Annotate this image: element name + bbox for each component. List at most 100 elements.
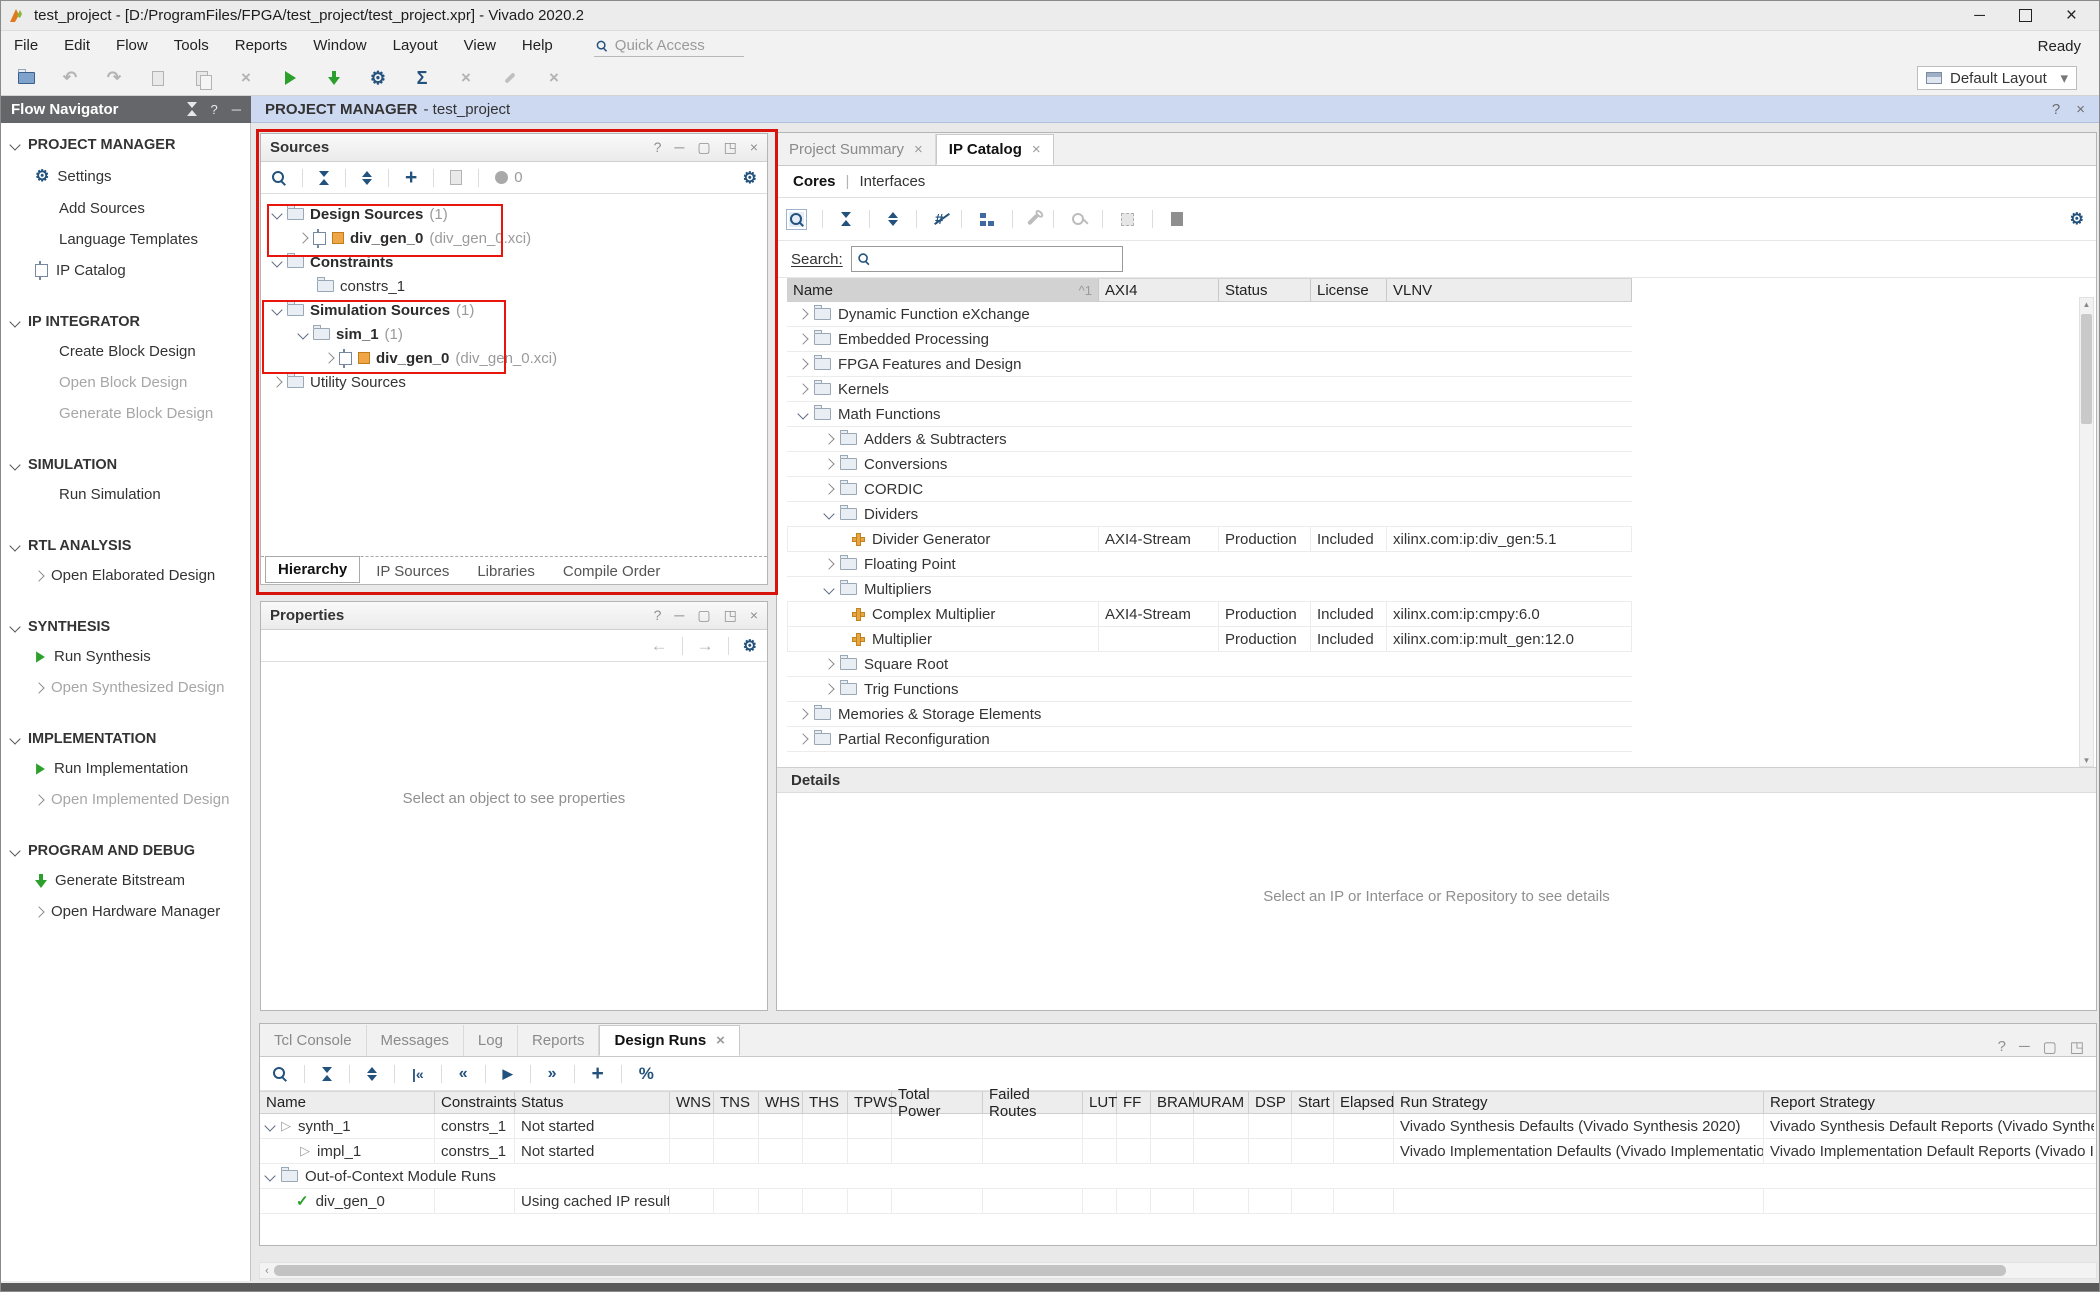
abort-icon[interactable]: × (543, 67, 565, 89)
tab-tcl-console[interactable]: Tcl Console (260, 1025, 367, 1056)
tab-design-runs[interactable]: Design Runs× (599, 1025, 739, 1056)
gear-icon[interactable]: ⚙ (743, 168, 757, 188)
menu-tools[interactable]: Tools (161, 31, 222, 61)
ip-row-trig-functions[interactable]: Trig Functions (787, 677, 1632, 702)
column-run-strategy[interactable]: Run Strategy (1394, 1092, 1764, 1113)
redo-icon[interactable]: ↷ (103, 67, 125, 89)
column-failed-routes[interactable]: Failed Routes (983, 1092, 1083, 1113)
ip-row-multiplier[interactable]: Multiplier Production Included xilinx.co… (787, 627, 1632, 652)
sidebar-item-language-templates[interactable]: Language Templates (1, 224, 250, 255)
minimize-icon[interactable]: ─ (2019, 1038, 2030, 1056)
run-row-synth-1[interactable]: ▷synth_1 constrs_1 Not started Vivado Sy… (260, 1114, 2096, 1139)
column-wns[interactable]: WNS (670, 1092, 714, 1113)
menu-help[interactable]: Help (509, 31, 566, 61)
subtab-cores[interactable]: Cores (793, 173, 836, 190)
section-header[interactable]: SIMULATION (1, 451, 250, 479)
close-icon[interactable]: × (750, 139, 758, 156)
wrench-icon[interactable] (1027, 213, 1039, 225)
column-vlnv[interactable]: VLNV (1387, 279, 1632, 301)
run-icon[interactable] (279, 67, 301, 89)
cancel-run-icon[interactable]: × (455, 67, 477, 89)
search-icon[interactable] (271, 170, 286, 185)
column-tns[interactable]: TNS (714, 1092, 759, 1113)
gear-icon[interactable]: ⚙ (743, 636, 757, 656)
float-icon[interactable]: ◳ (724, 607, 737, 624)
menu-reports[interactable]: Reports (222, 31, 301, 61)
sidebar-item-run-implementation[interactable]: Run Implementation (1, 753, 250, 784)
percent-icon[interactable]: % (639, 1064, 654, 1084)
report-icon[interactable] (450, 170, 462, 185)
tree-row-simulation-sources[interactable]: Simulation Sources(1) (261, 298, 767, 322)
tab-ip-catalog[interactable]: IP Catalog× (936, 134, 1054, 165)
close-icon[interactable]: × (2076, 101, 2085, 118)
collapse-all-icon[interactable] (841, 212, 851, 226)
column-axi4[interactable]: AXI4 (1099, 279, 1219, 301)
column-bram[interactable]: BRAM (1151, 1092, 1194, 1113)
menu-edit[interactable]: Edit (51, 31, 103, 61)
column-tpws[interactable]: TPWS (848, 1092, 892, 1113)
column-report-strategy[interactable]: Report Strategy (1764, 1092, 2094, 1113)
gear-icon[interactable]: ⚙ (2070, 209, 2084, 229)
tree-row-constraints[interactable]: Constraints (261, 250, 767, 274)
column-lut[interactable]: LUT (1083, 1092, 1117, 1113)
subtab-interfaces[interactable]: Interfaces (859, 173, 925, 190)
help-icon[interactable]: ? (1998, 1038, 2006, 1056)
help-icon[interactable]: ? (654, 607, 662, 624)
tree-row-div-gen-0[interactable]: div_gen_0(div_gen_0.xci) (261, 226, 767, 250)
expand-all-icon[interactable] (362, 171, 372, 185)
tree-row-design-sources[interactable]: Design Sources(1) (261, 202, 767, 226)
sidebar-item-run-simulation[interactable]: Run Simulation (1, 479, 250, 510)
column-total-power[interactable]: Total Power (892, 1092, 983, 1113)
ip-row-floating-point[interactable]: Floating Point (787, 552, 1632, 577)
package-icon[interactable] (1171, 212, 1183, 226)
sidebar-item-open-synthesized-design[interactable]: Open Synthesized Design (1, 672, 250, 703)
horizontal-scrollbar[interactable]: ‹ (259, 1262, 2097, 1279)
close-icon[interactable]: × (750, 607, 758, 624)
column-elapsed[interactable]: Elapsed (1334, 1092, 1394, 1113)
menu-file[interactable]: File (1, 31, 51, 61)
minimize-icon[interactable]: ─ (674, 139, 684, 156)
window-close-icon[interactable]: × (2066, 5, 2077, 27)
create-run-icon[interactable]: + (592, 1062, 604, 1086)
column-ths[interactable]: THS (803, 1092, 848, 1113)
window-minimize-icon[interactable]: ─ (1974, 7, 1985, 24)
sidebar-item-generate-block-design[interactable]: Generate Block Design (1, 398, 250, 429)
back-icon[interactable]: ← (651, 636, 668, 656)
column-start[interactable]: Start (1292, 1092, 1334, 1113)
tab-messages[interactable]: Messages (367, 1025, 464, 1056)
maximize-icon[interactable]: ▢ (697, 607, 710, 624)
section-header[interactable]: RTL ANALYSIS (1, 532, 250, 560)
tab-reports[interactable]: Reports (518, 1025, 600, 1056)
chip-icon[interactable] (1121, 213, 1134, 226)
minimize-icon[interactable]: ─ (232, 102, 241, 117)
open-project-icon[interactable] (15, 67, 37, 89)
delete-icon[interactable]: × (235, 67, 257, 89)
previous-run-icon[interactable]: « (459, 1065, 468, 1083)
sidebar-item-open-hardware-manager[interactable]: Open Hardware Manager (1, 896, 250, 927)
float-icon[interactable]: ◳ (2070, 1038, 2084, 1056)
sidebar-item-ip-catalog[interactable]: IP Catalog (1, 255, 250, 286)
scrollbar-thumb[interactable] (2081, 314, 2092, 424)
collapse-all-icon[interactable] (187, 102, 197, 117)
scroll-up-icon[interactable]: ▲ (2083, 298, 2091, 310)
sidebar-item-open-implemented-design[interactable]: Open Implemented Design (1, 784, 250, 815)
sidebar-item-open-block-design[interactable]: Open Block Design (1, 367, 250, 398)
maximize-icon[interactable]: ▢ (2043, 1038, 2057, 1056)
column-ff[interactable]: FF (1117, 1092, 1151, 1113)
ip-row-kernels[interactable]: Kernels (787, 377, 1632, 402)
tab-ip-sources[interactable]: IP Sources (364, 559, 461, 584)
menu-view[interactable]: View (451, 31, 509, 61)
tab-libraries[interactable]: Libraries (465, 559, 547, 584)
column-name[interactable]: Name (260, 1092, 435, 1113)
sidebar-item-run-synthesis[interactable]: Run Synthesis (1, 641, 250, 672)
copy-icon[interactable] (147, 67, 169, 89)
run-row-div-gen-0[interactable]: ✓div_gen_0 Using cached IP results (260, 1189, 2096, 1214)
scroll-down-icon[interactable]: ▼ (2083, 754, 2091, 766)
section-header[interactable]: IMPLEMENTATION (1, 725, 250, 753)
sidebar-item-create-block-design[interactable]: Create Block Design (1, 336, 250, 367)
group-by-hierarchy-icon[interactable] (980, 213, 994, 226)
sidebar-item-open-elaborated-design[interactable]: Open Elaborated Design (1, 560, 250, 591)
sidebar-item-settings[interactable]: ⚙Settings (1, 159, 250, 193)
ip-row-divider-generator[interactable]: Divider Generator AXI4-Stream Production… (787, 527, 1632, 552)
license-key-icon[interactable] (1072, 213, 1084, 225)
